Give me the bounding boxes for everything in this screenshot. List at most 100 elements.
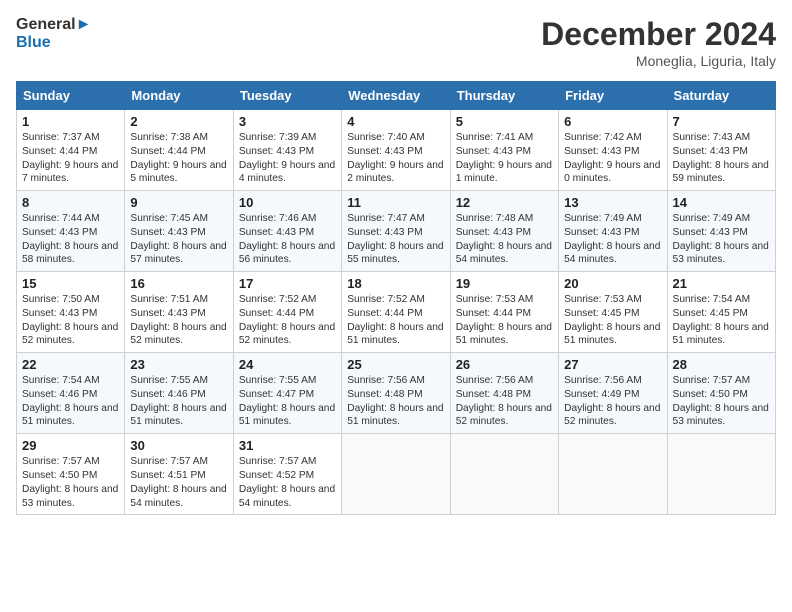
cell-info: Sunrise: 7:52 AMSunset: 4:44 PMDaylight:… [239,293,336,348]
table-cell: 13 Sunrise: 7:49 AMSunset: 4:43 PMDaylig… [559,191,667,272]
cell-day-number: 11 [347,195,444,210]
cell-info: Sunrise: 7:57 AMSunset: 4:50 PMDaylight:… [22,455,119,510]
table-cell: 1 Sunrise: 7:37 AMSunset: 4:44 PMDayligh… [17,110,125,191]
col-saturday: Saturday [667,82,775,110]
cell-day-number: 9 [130,195,227,210]
cell-day-number: 25 [347,357,444,372]
table-cell: 2 Sunrise: 7:38 AMSunset: 4:44 PMDayligh… [125,110,233,191]
cell-day-number: 4 [347,114,444,129]
week-row-1: 1 Sunrise: 7:37 AMSunset: 4:44 PMDayligh… [17,110,776,191]
table-cell: 10 Sunrise: 7:46 AMSunset: 4:43 PMDaylig… [233,191,341,272]
cell-info: Sunrise: 7:56 AMSunset: 4:49 PMDaylight:… [564,374,661,429]
cell-info: Sunrise: 7:39 AMSunset: 4:43 PMDaylight:… [239,131,336,186]
cell-day-number: 17 [239,276,336,291]
cell-info: Sunrise: 7:52 AMSunset: 4:44 PMDaylight:… [347,293,444,348]
cell-day-number: 12 [456,195,553,210]
cell-info: Sunrise: 7:50 AMSunset: 4:43 PMDaylight:… [22,293,119,348]
table-cell: 11 Sunrise: 7:47 AMSunset: 4:43 PMDaylig… [342,191,450,272]
table-cell: 24 Sunrise: 7:55 AMSunset: 4:47 PMDaylig… [233,353,341,434]
cell-info: Sunrise: 7:54 AMSunset: 4:45 PMDaylight:… [673,293,770,348]
table-cell: 18 Sunrise: 7:52 AMSunset: 4:44 PMDaylig… [342,272,450,353]
table-cell [450,434,558,515]
cell-info: Sunrise: 7:57 AMSunset: 4:50 PMDaylight:… [673,374,770,429]
cell-info: Sunrise: 7:57 AMSunset: 4:52 PMDaylight:… [239,455,336,510]
cell-day-number: 6 [564,114,661,129]
cell-info: Sunrise: 7:45 AMSunset: 4:43 PMDaylight:… [130,212,227,267]
month-title: December 2024 [541,16,776,53]
table-cell: 21 Sunrise: 7:54 AMSunset: 4:45 PMDaylig… [667,272,775,353]
cell-day-number: 18 [347,276,444,291]
col-friday: Friday [559,82,667,110]
cell-day-number: 21 [673,276,770,291]
cell-info: Sunrise: 7:55 AMSunset: 4:46 PMDaylight:… [130,374,227,429]
table-cell: 14 Sunrise: 7:49 AMSunset: 4:43 PMDaylig… [667,191,775,272]
calendar-table: Sunday Monday Tuesday Wednesday Thursday… [16,81,776,515]
cell-info: Sunrise: 7:48 AMSunset: 4:43 PMDaylight:… [456,212,553,267]
cell-info: Sunrise: 7:38 AMSunset: 4:44 PMDaylight:… [130,131,227,186]
cell-day-number: 30 [130,438,227,453]
header-row: Sunday Monday Tuesday Wednesday Thursday… [17,82,776,110]
cell-day-number: 15 [22,276,119,291]
cell-day-number: 26 [456,357,553,372]
cell-info: Sunrise: 7:49 AMSunset: 4:43 PMDaylight:… [564,212,661,267]
table-cell [667,434,775,515]
week-row-5: 29 Sunrise: 7:57 AMSunset: 4:50 PMDaylig… [17,434,776,515]
table-cell: 30 Sunrise: 7:57 AMSunset: 4:51 PMDaylig… [125,434,233,515]
cell-info: Sunrise: 7:49 AMSunset: 4:43 PMDaylight:… [673,212,770,267]
table-cell: 4 Sunrise: 7:40 AMSunset: 4:43 PMDayligh… [342,110,450,191]
cell-day-number: 2 [130,114,227,129]
cell-day-number: 10 [239,195,336,210]
table-cell [342,434,450,515]
cell-day-number: 20 [564,276,661,291]
table-cell: 23 Sunrise: 7:55 AMSunset: 4:46 PMDaylig… [125,353,233,434]
table-cell: 9 Sunrise: 7:45 AMSunset: 4:43 PMDayligh… [125,191,233,272]
cell-day-number: 13 [564,195,661,210]
cell-info: Sunrise: 7:40 AMSunset: 4:43 PMDaylight:… [347,131,444,186]
cell-info: Sunrise: 7:57 AMSunset: 4:51 PMDaylight:… [130,455,227,510]
col-thursday: Thursday [450,82,558,110]
table-cell: 3 Sunrise: 7:39 AMSunset: 4:43 PMDayligh… [233,110,341,191]
table-cell: 5 Sunrise: 7:41 AMSunset: 4:43 PMDayligh… [450,110,558,191]
table-cell: 6 Sunrise: 7:42 AMSunset: 4:43 PMDayligh… [559,110,667,191]
cell-info: Sunrise: 7:53 AMSunset: 4:45 PMDaylight:… [564,293,661,348]
table-cell: 31 Sunrise: 7:57 AMSunset: 4:52 PMDaylig… [233,434,341,515]
table-cell: 27 Sunrise: 7:56 AMSunset: 4:49 PMDaylig… [559,353,667,434]
table-cell: 26 Sunrise: 7:56 AMSunset: 4:48 PMDaylig… [450,353,558,434]
table-cell: 25 Sunrise: 7:56 AMSunset: 4:48 PMDaylig… [342,353,450,434]
table-cell: 29 Sunrise: 7:57 AMSunset: 4:50 PMDaylig… [17,434,125,515]
logo: General► Blue [16,16,91,51]
table-cell: 15 Sunrise: 7:50 AMSunset: 4:43 PMDaylig… [17,272,125,353]
table-cell: 7 Sunrise: 7:43 AMSunset: 4:43 PMDayligh… [667,110,775,191]
week-row-2: 8 Sunrise: 7:44 AMSunset: 4:43 PMDayligh… [17,191,776,272]
table-cell [559,434,667,515]
cell-day-number: 3 [239,114,336,129]
table-cell: 22 Sunrise: 7:54 AMSunset: 4:46 PMDaylig… [17,353,125,434]
cell-day-number: 16 [130,276,227,291]
cell-info: Sunrise: 7:47 AMSunset: 4:43 PMDaylight:… [347,212,444,267]
table-cell: 16 Sunrise: 7:51 AMSunset: 4:43 PMDaylig… [125,272,233,353]
location: Moneglia, Liguria, Italy [541,53,776,69]
cell-info: Sunrise: 7:41 AMSunset: 4:43 PMDaylight:… [456,131,553,186]
cell-day-number: 22 [22,357,119,372]
cell-day-number: 27 [564,357,661,372]
cell-day-number: 28 [673,357,770,372]
cell-day-number: 1 [22,114,119,129]
week-row-3: 15 Sunrise: 7:50 AMSunset: 4:43 PMDaylig… [17,272,776,353]
page-header: General► Blue December 2024 Moneglia, Li… [16,16,776,69]
week-row-4: 22 Sunrise: 7:54 AMSunset: 4:46 PMDaylig… [17,353,776,434]
cell-info: Sunrise: 7:46 AMSunset: 4:43 PMDaylight:… [239,212,336,267]
col-tuesday: Tuesday [233,82,341,110]
cell-info: Sunrise: 7:55 AMSunset: 4:47 PMDaylight:… [239,374,336,429]
col-wednesday: Wednesday [342,82,450,110]
cell-info: Sunrise: 7:43 AMSunset: 4:43 PMDaylight:… [673,131,770,186]
cell-day-number: 23 [130,357,227,372]
cell-info: Sunrise: 7:42 AMSunset: 4:43 PMDaylight:… [564,131,661,186]
table-cell: 19 Sunrise: 7:53 AMSunset: 4:44 PMDaylig… [450,272,558,353]
cell-day-number: 24 [239,357,336,372]
table-cell: 28 Sunrise: 7:57 AMSunset: 4:50 PMDaylig… [667,353,775,434]
cell-info: Sunrise: 7:53 AMSunset: 4:44 PMDaylight:… [456,293,553,348]
cell-info: Sunrise: 7:56 AMSunset: 4:48 PMDaylight:… [347,374,444,429]
cell-day-number: 5 [456,114,553,129]
table-cell: 12 Sunrise: 7:48 AMSunset: 4:43 PMDaylig… [450,191,558,272]
table-cell: 17 Sunrise: 7:52 AMSunset: 4:44 PMDaylig… [233,272,341,353]
